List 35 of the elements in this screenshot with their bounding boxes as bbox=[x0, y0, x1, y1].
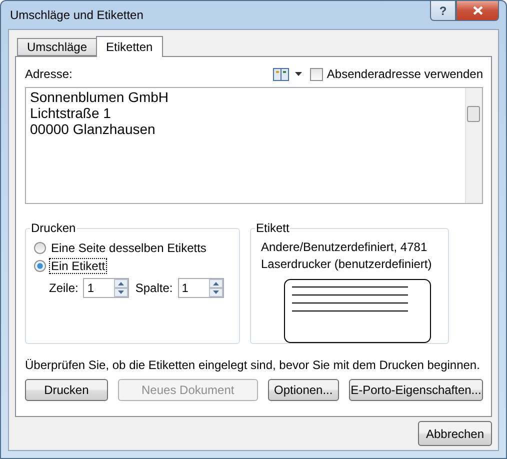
help-button[interactable]: ? bbox=[430, 1, 456, 21]
spin-arrows-icon[interactable] bbox=[114, 279, 128, 297]
address-label: Adresse: bbox=[25, 67, 72, 81]
radio-label[interactable]: Eine Seite desselben Etiketts bbox=[50, 241, 208, 255]
column-label: Spalte: bbox=[135, 281, 173, 295]
action-button[interactable]: Drucken bbox=[25, 379, 108, 401]
address-line: Sonnenblumen GmbH bbox=[30, 89, 170, 105]
radio-label[interactable]: Ein Etikett bbox=[50, 259, 106, 273]
tab[interactable]: Umschläge bbox=[17, 38, 98, 56]
close-button[interactable] bbox=[456, 1, 499, 21]
address-book-icon[interactable] bbox=[272, 68, 289, 80]
group-title: Etikett bbox=[255, 221, 290, 235]
address-field[interactable]: Sonnenblumen GmbH Lichtstraße 1 00000 Glanzhausen bbox=[25, 87, 483, 204]
label-info: Andere/Benutzerdefiniert, 4781 bbox=[260, 239, 428, 256]
close-icon bbox=[472, 6, 482, 15]
row-label: Zeile: bbox=[49, 281, 78, 295]
label-info: Laserdrucker (benutzerdefiniert) bbox=[260, 256, 433, 273]
radio-button[interactable] bbox=[34, 260, 46, 272]
group-title: Drucken bbox=[30, 221, 77, 235]
cancel-button[interactable]: Abbrechen bbox=[418, 421, 492, 446]
window-title: Umschläge und Etiketten bbox=[9, 8, 144, 22]
notice-text: Überprüfen Sie, ob die Etiketten eingelegt sind, bevor Sie mit dem Drucken beginnen. bbox=[25, 358, 481, 372]
address-line: Lichtstraße 1 bbox=[30, 105, 112, 121]
tab[interactable]: Etiketten bbox=[96, 36, 163, 57]
row-spinner[interactable]: 1 bbox=[83, 278, 130, 298]
checkbox[interactable] bbox=[310, 68, 323, 80]
radio-button[interactable] bbox=[34, 242, 46, 254]
address-line: 00000 Glanzhausen bbox=[30, 121, 156, 137]
column-spinner[interactable]: 1 bbox=[178, 278, 224, 298]
action-button[interactable]: Optionen... bbox=[268, 379, 339, 401]
action-button[interactable]: E-Porto-Eigenschaften... bbox=[348, 379, 483, 401]
spin-arrows-icon[interactable] bbox=[208, 279, 223, 297]
checkbox-label[interactable]: Absenderadresse verwenden bbox=[326, 67, 483, 81]
scrollbar[interactable] bbox=[465, 88, 482, 203]
dropdown-arrow-icon[interactable] bbox=[294, 72, 302, 76]
